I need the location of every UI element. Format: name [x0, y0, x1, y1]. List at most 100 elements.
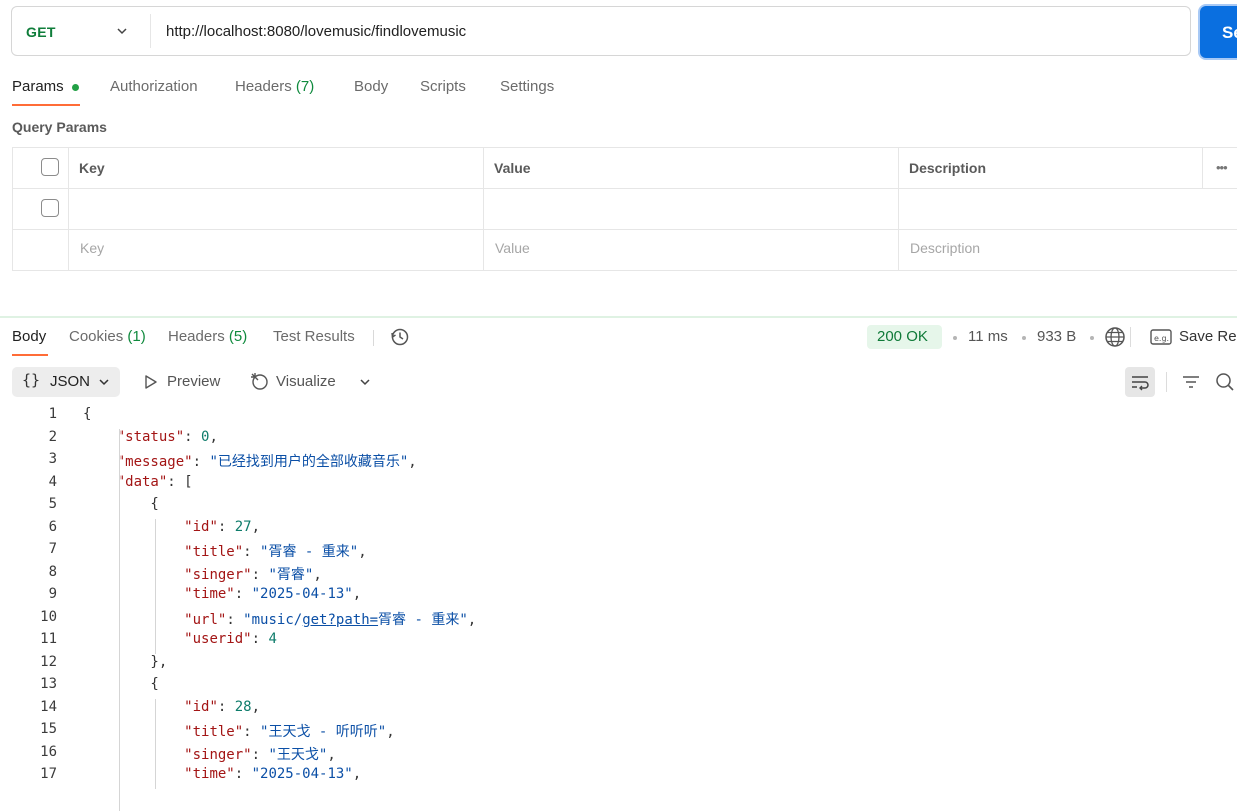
url-divider	[150, 14, 151, 48]
row-checkbox[interactable]	[41, 199, 59, 217]
line-number: 3	[0, 451, 57, 467]
meta-separator	[953, 336, 957, 340]
line-number: 11	[0, 631, 57, 647]
tab-settings[interactable]: Settings	[500, 78, 554, 95]
status-code: 200 OK	[877, 328, 928, 345]
table-col-divider	[1202, 147, 1203, 188]
table-col-divider	[483, 147, 484, 271]
tab-response-cookies[interactable]: Cookies (1)	[69, 328, 146, 345]
line-number: 13	[0, 676, 57, 692]
tab-scripts[interactable]: Scripts	[420, 78, 466, 95]
send-button-label[interactable]: Se	[1222, 23, 1237, 43]
tab-body[interactable]: Body	[354, 78, 388, 95]
line-number: 8	[0, 564, 57, 580]
meta-separator	[1090, 336, 1094, 340]
code-text: "time": "2025-04-13",	[83, 766, 361, 782]
search-icon[interactable]	[1215, 372, 1235, 392]
line-number: 7	[0, 541, 57, 557]
code-text: "time": "2025-04-13",	[83, 586, 361, 602]
code-line: 7 "title": "胥睿 - 重来",	[0, 541, 1237, 564]
chevron-down-icon[interactable]	[116, 25, 128, 37]
code-text: {	[83, 676, 159, 692]
preview-button[interactable]: Preview	[167, 373, 220, 390]
line-number: 15	[0, 721, 57, 737]
code-text: {	[83, 496, 159, 512]
wrap-lines-icon	[1130, 372, 1150, 392]
indent-guide	[155, 699, 156, 789]
line-number: 12	[0, 654, 57, 670]
tab-authorization[interactable]: Authorization	[110, 78, 198, 95]
table-col-divider	[68, 147, 69, 271]
visualize-button[interactable]: Visualize	[276, 373, 336, 390]
line-number: 6	[0, 519, 57, 535]
code-line: 4 "data": [	[0, 474, 1237, 497]
table-col-divider	[898, 147, 899, 271]
key-input[interactable]: Key	[80, 240, 104, 256]
code-text: "singer": "王天戈",	[83, 744, 336, 764]
tab-response-headers[interactable]: Headers (5)	[168, 328, 247, 345]
tab-test-results[interactable]: Test Results	[273, 328, 355, 345]
more-options-icon[interactable]: •••	[1216, 160, 1227, 175]
method-select[interactable]: GET	[26, 24, 56, 40]
filter-icon[interactable]	[1181, 372, 1201, 392]
tab-headers[interactable]: Headers (7)	[235, 78, 314, 95]
meta-separator	[1022, 336, 1026, 340]
save-example-icon[interactable]: e.g.	[1150, 328, 1172, 346]
visualize-icon[interactable]	[249, 371, 269, 391]
indent-guide	[119, 429, 120, 811]
code-text: {	[83, 406, 91, 422]
code-line: 8 "singer": "胥睿",	[0, 564, 1237, 587]
history-icon[interactable]	[390, 327, 410, 347]
line-number: 5	[0, 496, 57, 512]
url-input[interactable]: http://localhost:8080/lovemusic/findlove…	[166, 23, 466, 40]
play-icon[interactable]	[143, 374, 159, 390]
table-divider	[12, 229, 1237, 230]
chevron-down-icon[interactable]	[359, 376, 371, 388]
column-header-description: Description	[909, 160, 986, 176]
indent-guide	[155, 519, 156, 654]
line-number: 10	[0, 609, 57, 625]
code-text: "status": 0,	[83, 429, 218, 445]
code-line: 5 {	[0, 496, 1237, 519]
line-number: 2	[0, 429, 57, 445]
braces-icon: {}	[22, 371, 40, 389]
code-line: 9 "time": "2025-04-13",	[0, 586, 1237, 609]
code-text: "userid": 4	[83, 631, 277, 647]
pane-resize-handle[interactable]	[0, 316, 1237, 318]
format-label: JSON	[50, 373, 90, 390]
params-active-dot	[72, 84, 79, 91]
code-line: 10 "url": "music/get?path=胥睿 - 重来",	[0, 609, 1237, 632]
query-params-title: Query Params	[12, 119, 107, 135]
line-number: 9	[0, 586, 57, 602]
line-number: 17	[0, 766, 57, 782]
toolbar-divider	[1166, 372, 1167, 392]
response-size: 933 B	[1037, 328, 1076, 345]
chevron-down-icon[interactable]	[98, 376, 110, 388]
code-text: "title": "王天戈 - 听听听",	[83, 721, 395, 741]
tab-params[interactable]: Params	[12, 78, 64, 95]
description-input[interactable]: Description	[910, 240, 980, 256]
meta-divider	[1130, 327, 1131, 347]
code-text: "title": "胥睿 - 重来",	[83, 541, 367, 561]
select-all-checkbox[interactable]	[41, 158, 59, 176]
code-line: 15 "title": "王天戈 - 听听听",	[0, 721, 1237, 744]
code-line: 13 {	[0, 676, 1237, 699]
response-time: 11 ms	[968, 328, 1008, 345]
code-line: 16 "singer": "王天戈",	[0, 744, 1237, 767]
query-params-table	[12, 147, 1237, 271]
globe-icon[interactable]	[1104, 326, 1126, 348]
tab-response-body[interactable]: Body	[12, 328, 46, 345]
line-number: 14	[0, 699, 57, 715]
save-response-button[interactable]: Save Re	[1179, 328, 1237, 345]
code-line: 14 "id": 28,	[0, 699, 1237, 722]
column-header-value: Value	[494, 160, 531, 176]
svg-text:e.g.: e.g.	[1154, 334, 1169, 343]
code-line: 11 "userid": 4	[0, 631, 1237, 654]
column-header-key: Key	[79, 160, 105, 176]
tab-active-underline	[12, 104, 80, 106]
line-number: 4	[0, 474, 57, 490]
code-text: "message": "已经找到用户的全部收藏音乐",	[83, 451, 417, 471]
value-input[interactable]: Value	[495, 240, 530, 256]
response-tab-underline	[12, 354, 48, 356]
code-text: "id": 28,	[83, 699, 260, 715]
